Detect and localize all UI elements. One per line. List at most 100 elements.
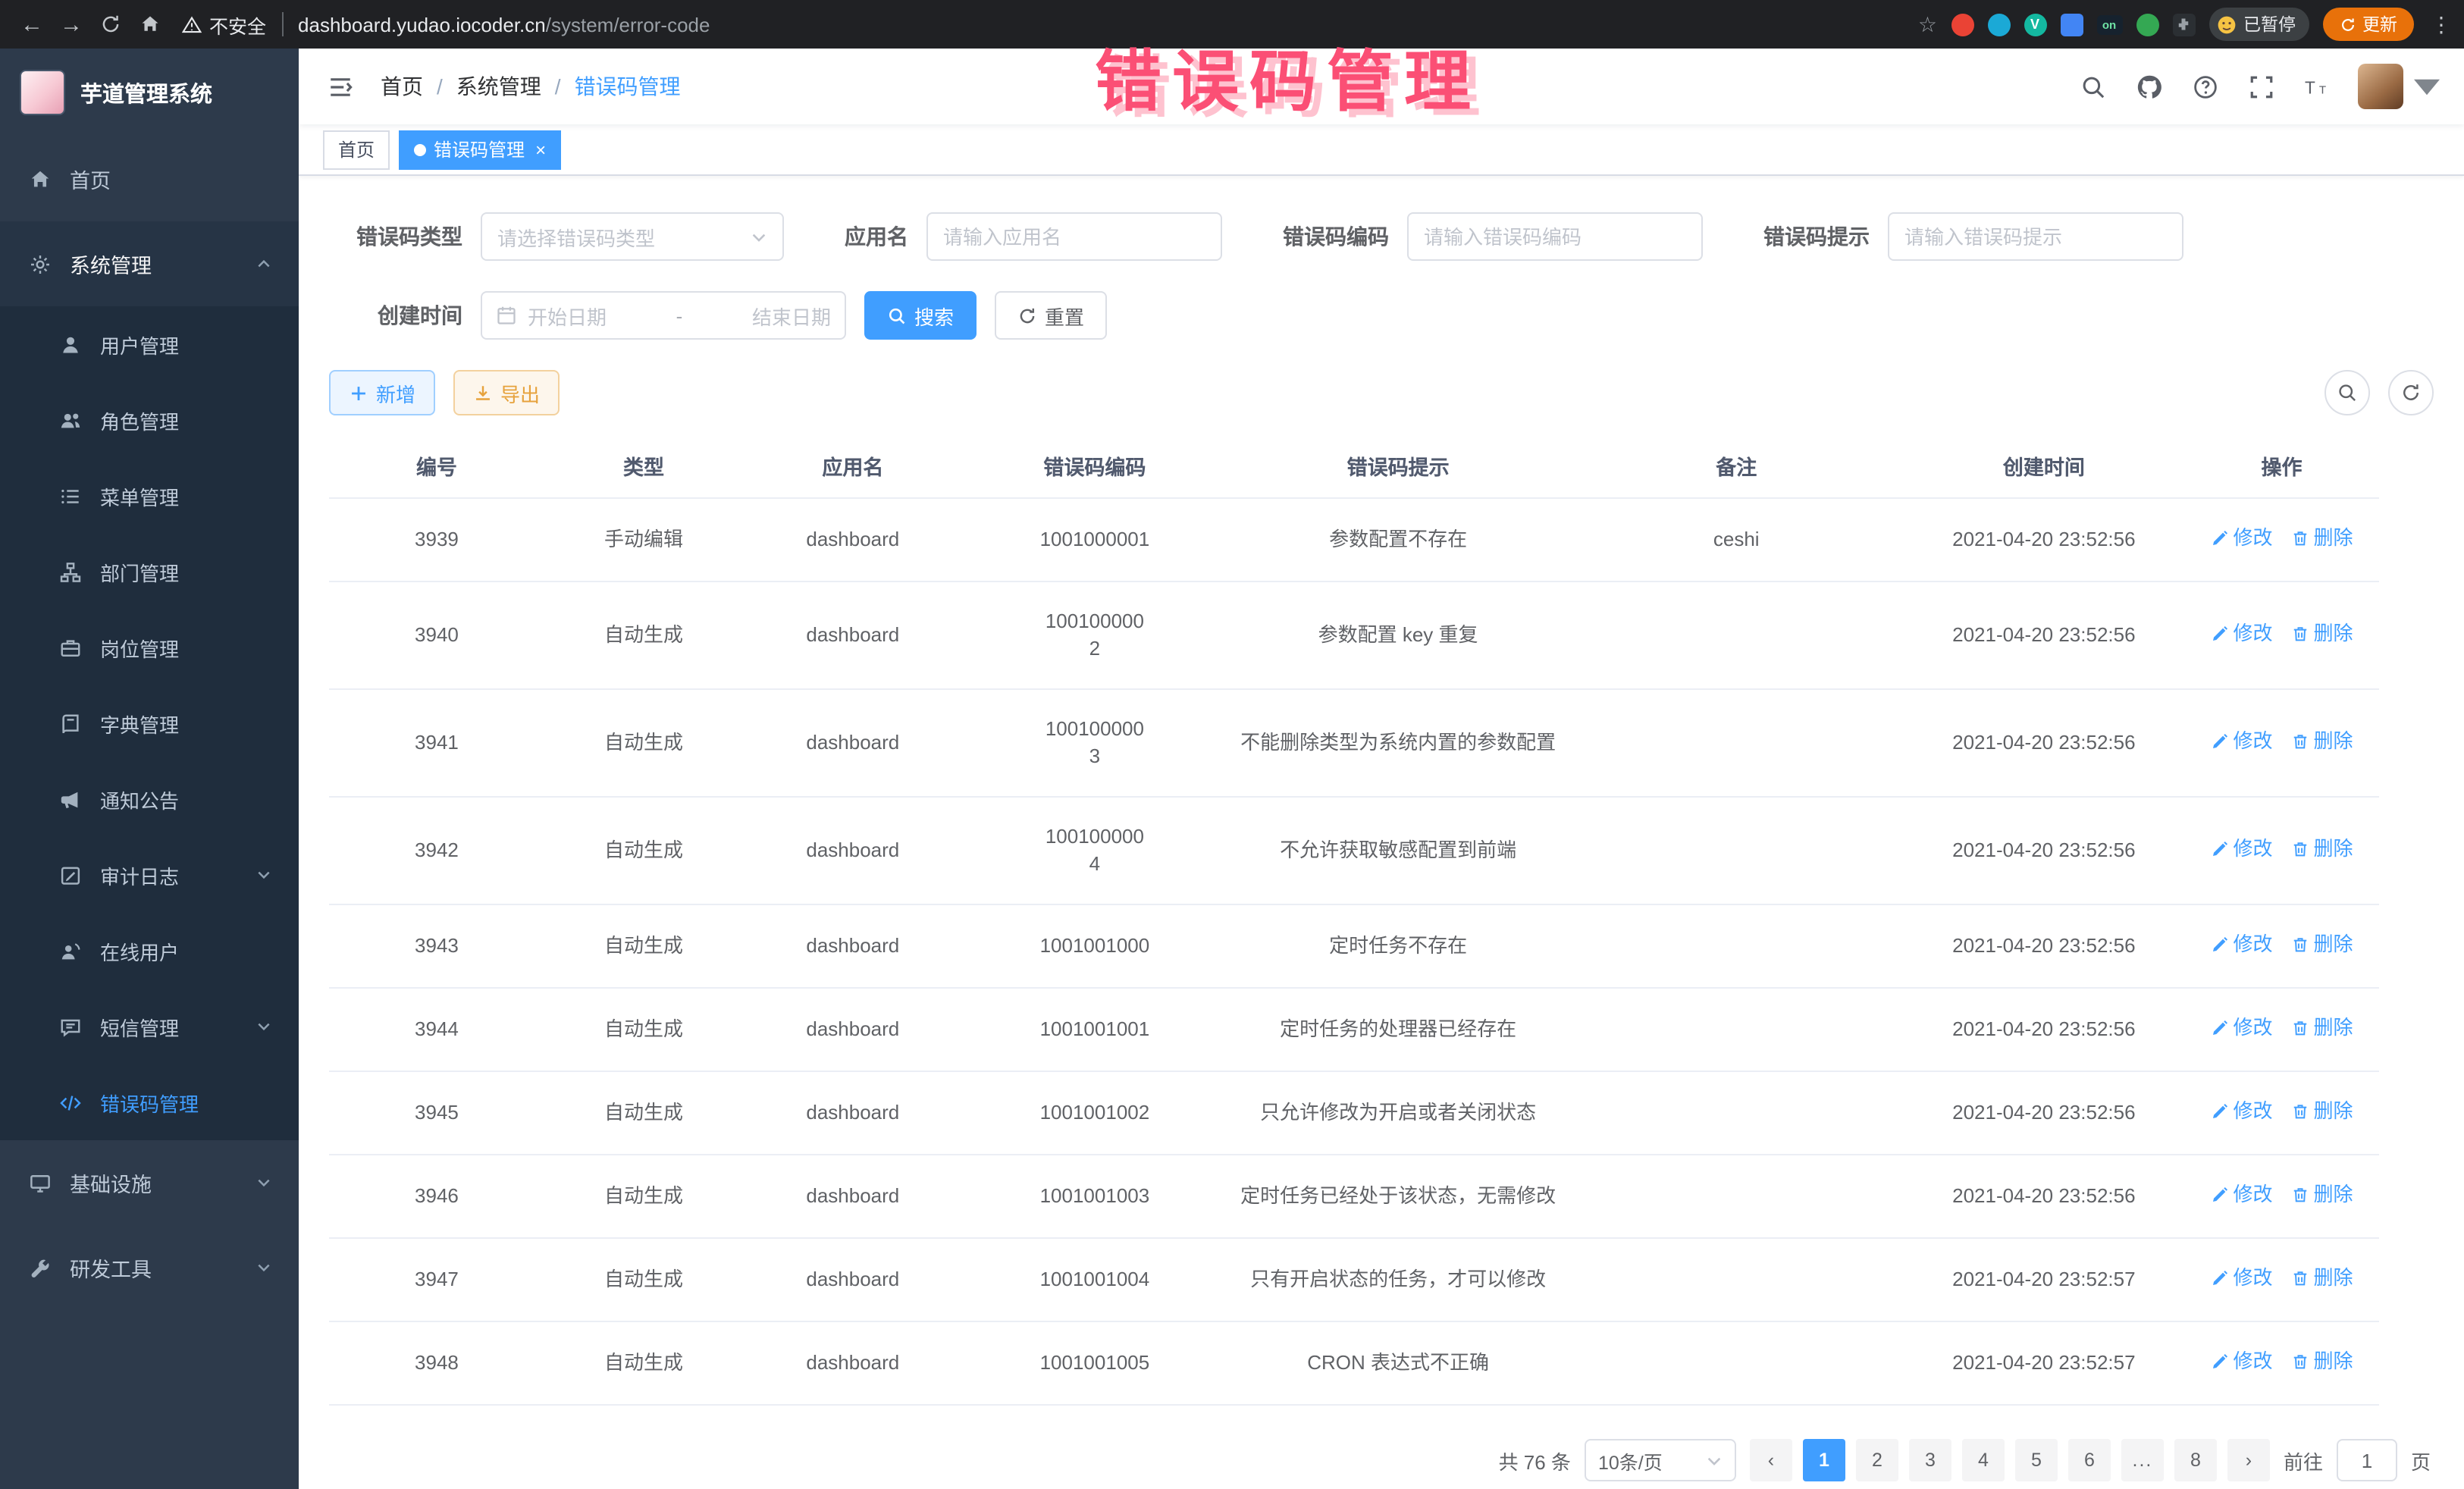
edit-link[interactable]: 修改 bbox=[2211, 728, 2273, 755]
bookmark-star-icon[interactable]: ☆ bbox=[1918, 11, 1937, 37]
page-button-6[interactable]: 6 bbox=[2068, 1439, 2111, 1481]
fullscreen-icon[interactable] bbox=[2246, 71, 2276, 102]
sidebar-item-menu-list[interactable]: 菜单管理 bbox=[0, 458, 299, 534]
sidebar-item-home[interactable]: 首页 bbox=[0, 136, 299, 221]
edit-link[interactable]: 修改 bbox=[2211, 835, 2273, 863]
security-warning[interactable]: 不安全 bbox=[182, 10, 266, 39]
sidebar-item-user[interactable]: 用户管理 bbox=[0, 306, 299, 382]
extension-icon-on[interactable]: on bbox=[2096, 14, 2122, 34]
user-menu[interactable] bbox=[2358, 64, 2440, 109]
table-row: 3944自动生成dashboard1001001001定时任务的处理器已经存在2… bbox=[329, 988, 2379, 1071]
delete-link[interactable]: 删除 bbox=[2291, 835, 2353, 863]
sidebar-item-org-tree[interactable]: 部门管理 bbox=[0, 534, 299, 610]
goto-page-input[interactable] bbox=[2337, 1439, 2397, 1481]
reload-button[interactable] bbox=[91, 5, 130, 44]
create-time-range-picker[interactable]: 开始日期 - 结束日期 bbox=[481, 291, 846, 340]
cell-time: 2021-04-20 23:52:56 bbox=[1904, 988, 2184, 1071]
cell-operations: 修改删除 bbox=[2184, 988, 2379, 1071]
sidebar-item-book[interactable]: 字典管理 bbox=[0, 685, 299, 761]
forward-button[interactable]: → bbox=[52, 5, 91, 44]
edit-link[interactable]: 修改 bbox=[2211, 1181, 2273, 1208]
delete-link[interactable]: 删除 bbox=[2291, 1265, 2353, 1292]
search-icon[interactable] bbox=[2077, 71, 2108, 102]
search-button[interactable]: 搜索 bbox=[864, 291, 977, 340]
breadcrumb-item-0[interactable]: 首页 bbox=[381, 71, 423, 102]
edit-link[interactable]: 修改 bbox=[2211, 1014, 2273, 1042]
delete-link[interactable]: 删除 bbox=[2291, 525, 2353, 552]
app-name-input[interactable] bbox=[926, 212, 1222, 261]
refresh-icon bbox=[2400, 382, 2422, 403]
edit-link[interactable]: 修改 bbox=[2211, 525, 2273, 552]
sidebar-item-tools[interactable]: 研发工具 bbox=[0, 1225, 299, 1310]
sidebar-item-online-user[interactable]: 在线用户 bbox=[0, 913, 299, 989]
help-icon[interactable] bbox=[2190, 71, 2220, 102]
error-type-select[interactable]: 请选择错误码类型 bbox=[481, 212, 784, 261]
calendar-icon bbox=[496, 305, 517, 326]
edit-link[interactable]: 修改 bbox=[2211, 620, 2273, 647]
more-pages-button[interactable]: ... bbox=[2121, 1439, 2164, 1481]
delete-link[interactable]: 删除 bbox=[2291, 1181, 2353, 1208]
sidebar-item-users[interactable]: 角色管理 bbox=[0, 382, 299, 458]
delete-link[interactable]: 删除 bbox=[2291, 1014, 2353, 1042]
delete-link[interactable]: 删除 bbox=[2291, 931, 2353, 958]
update-button[interactable]: 更新 bbox=[2323, 8, 2414, 41]
edit-link[interactable]: 修改 bbox=[2211, 1348, 2273, 1375]
reset-button[interactable]: 重置 bbox=[995, 291, 1107, 340]
add-button[interactable]: 新增 bbox=[329, 370, 435, 415]
gear-icon bbox=[27, 252, 52, 276]
sidebar-item-megaphone[interactable]: 通知公告 bbox=[0, 761, 299, 837]
extension-icon-leaf[interactable] bbox=[2136, 13, 2158, 36]
home-button[interactable] bbox=[130, 5, 170, 44]
delete-link[interactable]: 删除 bbox=[2291, 1098, 2353, 1125]
error-code-input[interactable] bbox=[1407, 212, 1703, 261]
extension-icon-drop[interactable] bbox=[1987, 13, 2010, 36]
edit-link-label: 修改 bbox=[2234, 1181, 2273, 1208]
sidebar-item-gear[interactable]: 系统管理 bbox=[0, 221, 299, 306]
back-button[interactable]: ← bbox=[12, 5, 52, 44]
paused-badge[interactable]: 已暂停 bbox=[2209, 8, 2309, 41]
breadcrumb-item-1[interactable]: 系统管理 bbox=[456, 71, 541, 102]
app-logo[interactable]: 芋道管理系统 bbox=[0, 49, 299, 136]
prev-page-button[interactable]: ‹ bbox=[1750, 1439, 1792, 1481]
page-content: 错误码类型 请选择错误码类型 应用名 错误码编码 bbox=[299, 176, 2464, 1489]
address-bar[interactable]: dashboard.yudao.iocoder.cn/system/error-… bbox=[298, 13, 710, 36]
browser-menu-kebab-icon[interactable]: ⋮ bbox=[2431, 11, 2452, 37]
sidebar-toggle[interactable] bbox=[323, 70, 356, 103]
refresh-button[interactable] bbox=[2388, 370, 2434, 415]
sidebar-item-sms[interactable]: 短信管理 bbox=[0, 989, 299, 1064]
page-size-select[interactable]: 10条/页 bbox=[1585, 1439, 1736, 1481]
page-button-8[interactable]: 8 bbox=[2174, 1439, 2217, 1481]
extension-icon-puzzle[interactable] bbox=[2172, 13, 2195, 36]
edit-link[interactable]: 修改 bbox=[2211, 1265, 2273, 1292]
sidebar-item-infra[interactable]: 基础设施 bbox=[0, 1140, 299, 1225]
cell-operations: 修改删除 bbox=[2184, 904, 2379, 988]
page-button-4[interactable]: 4 bbox=[1962, 1439, 2005, 1481]
next-page-button[interactable]: › bbox=[2227, 1439, 2270, 1481]
edit-link[interactable]: 修改 bbox=[2211, 931, 2273, 958]
sidebar-item-briefcase[interactable]: 岗位管理 bbox=[0, 610, 299, 685]
sidebar-item-code[interactable]: 错误码管理 bbox=[0, 1064, 299, 1140]
extension-icon-grid[interactable] bbox=[2060, 13, 2083, 36]
select-placeholder: 请选择错误码类型 bbox=[497, 222, 655, 251]
page-button-2[interactable]: 2 bbox=[1856, 1439, 1898, 1481]
delete-link[interactable]: 删除 bbox=[2291, 728, 2353, 755]
page-button-1[interactable]: 1 bbox=[1803, 1439, 1845, 1481]
delete-link[interactable]: 删除 bbox=[2291, 1348, 2353, 1375]
delete-link[interactable]: 删除 bbox=[2291, 620, 2353, 647]
table-row: 3941自动生成dashboard1001000003不能删除类型为系统内置的参… bbox=[329, 689, 2379, 797]
close-icon[interactable]: × bbox=[535, 139, 546, 160]
error-hint-input[interactable] bbox=[1888, 212, 2183, 261]
sidebar-item-log[interactable]: 审计日志 bbox=[0, 837, 299, 913]
toggle-search-button[interactable] bbox=[2324, 370, 2370, 415]
tag-0[interactable]: 首页 bbox=[323, 130, 390, 169]
page-button-5[interactable]: 5 bbox=[2015, 1439, 2058, 1481]
extension-icon-v[interactable]: V bbox=[2024, 13, 2046, 36]
tag-1[interactable]: 错误码管理× bbox=[399, 130, 561, 169]
export-button[interactable]: 导出 bbox=[453, 370, 560, 415]
github-icon[interactable] bbox=[2133, 71, 2164, 102]
font-size-icon[interactable]: TT bbox=[2302, 71, 2332, 102]
edit-link[interactable]: 修改 bbox=[2211, 1098, 2273, 1125]
sidebar-item-label: 角色管理 bbox=[100, 406, 179, 434]
page-button-3[interactable]: 3 bbox=[1909, 1439, 1951, 1481]
extension-icon-red[interactable] bbox=[1951, 13, 1973, 36]
